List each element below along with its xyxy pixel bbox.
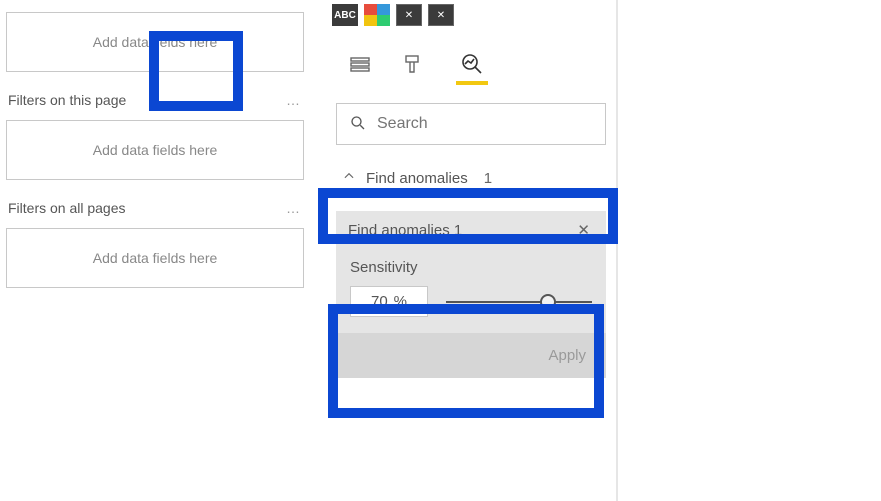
slider-thumb[interactable] xyxy=(540,294,556,310)
search-input[interactable] xyxy=(377,115,593,133)
sensitivity-label: Sensitivity xyxy=(350,259,592,276)
card-title: Find anomalies 1 xyxy=(348,222,462,239)
visual-filters-dropzone[interactable]: Add data fields here xyxy=(6,12,304,72)
pane-tabs xyxy=(326,30,616,91)
viz-type-text-icon[interactable]: ABC xyxy=(332,4,358,26)
anomaly-card: Find anomalies 1 ✕ Sensitivity 70 % xyxy=(336,211,606,333)
viz-type-box1-icon[interactable]: ✕ xyxy=(396,4,422,26)
anomaly-card-body: Sensitivity 70 % xyxy=(336,249,606,333)
heading-text: Filters on all pages xyxy=(8,200,126,216)
all-pages-filters-dropzone[interactable]: Add data fields here xyxy=(6,228,304,288)
all-pages-filters-heading: Filters on all pages … xyxy=(6,200,304,216)
fields-tab-icon[interactable] xyxy=(346,51,374,79)
more-options-icon[interactable]: … xyxy=(286,92,302,108)
anomaly-card-header: Find anomalies 1 ✕ xyxy=(336,211,606,249)
analytics-tab[interactable] xyxy=(450,44,494,85)
filters-panel: Add data fields here Filters on this pag… xyxy=(0,0,310,501)
dropzone-placeholder: Add data fields here xyxy=(93,34,218,50)
heading-text: Filters on this page xyxy=(8,92,126,108)
chevron-up-icon xyxy=(342,169,356,187)
visualizations-panel: ABC ✕ ✕ xyxy=(326,0,616,501)
anomaly-count: 1 xyxy=(484,170,492,187)
search-box[interactable] xyxy=(336,103,606,145)
slider-track xyxy=(446,301,592,303)
panel-divider xyxy=(616,0,618,501)
page-filters-heading: Filters on this page … xyxy=(6,92,304,108)
dropzone-placeholder: Add data fields here xyxy=(93,250,218,266)
search-icon xyxy=(349,114,367,135)
sensitivity-value: 70 xyxy=(371,293,388,310)
viz-type-box2-icon[interactable]: ✕ xyxy=(428,4,454,26)
active-tab-underline xyxy=(456,81,488,85)
sensitivity-input[interactable]: 70 % xyxy=(350,286,428,317)
sensitivity-slider[interactable] xyxy=(446,292,592,312)
apply-label: Apply xyxy=(548,347,586,364)
dropzone-placeholder: Add data fields here xyxy=(93,142,218,158)
page-filters-dropzone[interactable]: Add data fields here xyxy=(6,120,304,180)
viz-gallery-row: ABC ✕ ✕ xyxy=(326,0,616,30)
sensitivity-unit: % xyxy=(394,293,407,310)
apply-button[interactable]: Apply xyxy=(336,333,606,378)
section-title: Find anomalies xyxy=(366,170,468,187)
close-icon[interactable]: ✕ xyxy=(573,221,594,239)
analytics-tab-icon xyxy=(458,50,486,78)
more-options-icon[interactable]: … xyxy=(286,200,302,216)
find-anomalies-section-header[interactable]: Find anomalies 1 xyxy=(326,155,616,201)
viz-type-grid-icon[interactable] xyxy=(364,4,390,26)
format-tab-icon[interactable] xyxy=(398,51,426,79)
